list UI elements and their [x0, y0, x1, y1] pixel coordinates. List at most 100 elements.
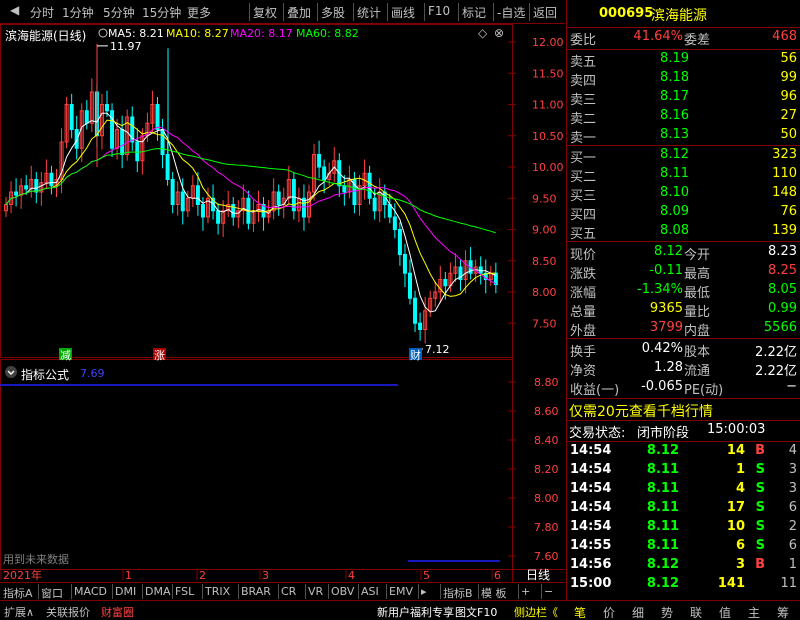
sell-price: 8.17: [660, 89, 689, 104]
status-item-0[interactable]: 扩展∧: [4, 604, 34, 620]
toolbar-button-4[interactable]: 画线: [391, 4, 415, 21]
side-tab-3[interactable]: 势: [661, 604, 673, 620]
stat-label: 现价: [570, 248, 597, 263]
buy-row[interactable]: 买一 8.12 323: [567, 147, 800, 166]
sell-row[interactable]: 卖三 8.17 96: [567, 89, 800, 108]
sell-price: 8.18: [660, 70, 689, 85]
buy-row[interactable]: 买二 8.11 110: [567, 166, 800, 185]
candle-body: [84, 110, 89, 124]
stat-label: 涨幅: [570, 286, 597, 301]
indicator-tab-12[interactable]: EMV: [389, 585, 413, 598]
indicator-tab-7[interactable]: BRAR: [241, 585, 271, 598]
toolbar-button-6[interactable]: 标记: [462, 4, 486, 21]
indicator-tab-16[interactable]: +: [521, 585, 530, 598]
buy-row[interactable]: 买三 8.10 148: [567, 185, 800, 204]
tick-volume: 1: [735, 462, 745, 477]
price-tick-label: 7.50: [532, 317, 557, 330]
sell-label: 卖一: [570, 131, 597, 146]
side-tab-6[interactable]: 主: [748, 604, 760, 620]
toolbar-item-3[interactable]: 15分钟: [142, 4, 181, 21]
time-tick-label: 1: [125, 569, 132, 582]
indicator-tab-13[interactable]: ▸: [421, 585, 427, 598]
close-icon[interactable]: ⊗: [494, 26, 504, 40]
buy-row[interactable]: 买五 8.08 139: [567, 223, 800, 242]
side-tab-4[interactable]: 联: [690, 604, 702, 620]
period-label[interactable]: 日线: [526, 568, 550, 582]
sell-row[interactable]: 卖二 8.16 27: [567, 108, 800, 127]
toolbar-item-1[interactable]: 1分钟: [62, 4, 94, 21]
toolbar-button-3[interactable]: 统计: [357, 4, 381, 21]
tick-count: 11: [780, 576, 797, 591]
side-tab-0[interactable]: 笔: [574, 604, 586, 620]
indicator-tab-5[interactable]: FSL: [175, 585, 194, 598]
fundamental-value: −: [786, 379, 797, 394]
tick-volume: 3: [735, 557, 745, 572]
event-marker-0[interactable]: 减: [59, 348, 72, 362]
side-tab-7[interactable]: 筹: [777, 604, 789, 620]
tab-divider: [142, 584, 143, 599]
tick-count: 6: [788, 500, 797, 515]
indicator-tab-9[interactable]: VR: [308, 585, 323, 598]
side-tab-1[interactable]: 价: [603, 604, 615, 620]
toolbar-button-2[interactable]: 多股: [321, 4, 345, 21]
indicator-tab-14[interactable]: 指标B: [443, 585, 473, 601]
indicator-tab-3[interactable]: DMI: [115, 585, 136, 598]
tick-count: 1: [788, 557, 797, 572]
fundamental-row: 净资 1.28 流通 2.22亿: [567, 360, 800, 379]
tab-divider: [328, 584, 329, 599]
buy-volume: 148: [772, 185, 797, 200]
event-marker-1[interactable]: 涨: [153, 348, 166, 362]
indicator-tab-11[interactable]: ASI: [361, 585, 379, 598]
indicator-tab-10[interactable]: OBV: [331, 585, 354, 598]
tick-count: 2: [788, 519, 797, 534]
side-tab-5[interactable]: 值: [719, 604, 731, 620]
toolbar-item-4[interactable]: 更多: [187, 4, 211, 21]
toolbar-button-5[interactable]: F10: [428, 4, 450, 18]
chart-stock-title: 滨海能源(日线): [5, 29, 87, 43]
weibi-label: 委比: [570, 33, 597, 48]
sell-row[interactable]: 卖五 8.19 56: [567, 51, 800, 70]
indicator-tab-17[interactable]: −: [544, 585, 553, 598]
tick-volume: 14: [726, 443, 745, 458]
tick-count: 3: [788, 481, 797, 496]
price-tick-label: 11.00: [532, 99, 564, 112]
buy-volume: 76: [780, 204, 797, 219]
sell-row[interactable]: 卖一 8.13 50: [567, 127, 800, 146]
toolbar-divider: [353, 3, 354, 21]
stock-name[interactable]: 滨海能源: [651, 5, 707, 25]
status-item-1[interactable]: 关联报价: [46, 604, 90, 620]
candle-body: [165, 154, 170, 180]
fundamental-label: 收益(一): [570, 383, 620, 398]
collapse-icon[interactable]: ◀: [10, 3, 19, 17]
indicator-dropdown-icon[interactable]: [4, 365, 18, 379]
promo-link[interactable]: 仅需20元查看千档行情: [569, 401, 713, 421]
tab-divider: [172, 584, 173, 599]
event-marker-2[interactable]: 财: [409, 348, 422, 362]
indicator-tab-4[interactable]: DMA: [145, 585, 171, 598]
indicator-tab-15[interactable]: 模 板: [481, 585, 507, 601]
status-link-2[interactable]: 侧边栏《: [514, 604, 558, 620]
toolbar-button-7[interactable]: -自选: [497, 4, 525, 21]
toolbar-button-0[interactable]: 复权: [253, 4, 277, 21]
side-tab-2[interactable]: 细: [632, 604, 644, 620]
kline-chart[interactable]: 12.00 11.50 11.00 10.50 10.00 9.50 9.00 8.50 8.0…: [0, 24, 565, 582]
toolbar-button-8[interactable]: 返回: [533, 4, 557, 21]
status-item-2[interactable]: 财富圈: [101, 604, 134, 620]
toolbar-item-0[interactable]: 分时: [30, 4, 54, 21]
sell-row[interactable]: 卖四 8.18 99: [567, 70, 800, 89]
status-link-1[interactable]: 图文F10: [455, 604, 497, 620]
toolbar-item-2[interactable]: 5分钟: [103, 4, 135, 21]
stat-value: 5566: [763, 320, 797, 335]
buy-row[interactable]: 买四 8.09 76: [567, 204, 800, 223]
tick-price: 8.11: [646, 538, 679, 553]
indicator-tab-1[interactable]: 窗口: [41, 585, 63, 601]
ma-dropdown-icon[interactable]: [98, 27, 108, 38]
indicator-tab-6[interactable]: TRIX: [205, 585, 230, 598]
chart-settings-icon[interactable]: ◇: [478, 26, 487, 40]
indicator-tab-2[interactable]: MACD: [74, 585, 107, 598]
indicator-title[interactable]: 指标公式: [21, 366, 69, 383]
indicator-tab-8[interactable]: CR: [281, 585, 296, 598]
toolbar-button-1[interactable]: 叠加: [287, 4, 311, 21]
status-link-0[interactable]: 新用户福利专享: [377, 604, 454, 620]
indicator-tab-0[interactable]: 指标A: [3, 585, 33, 601]
